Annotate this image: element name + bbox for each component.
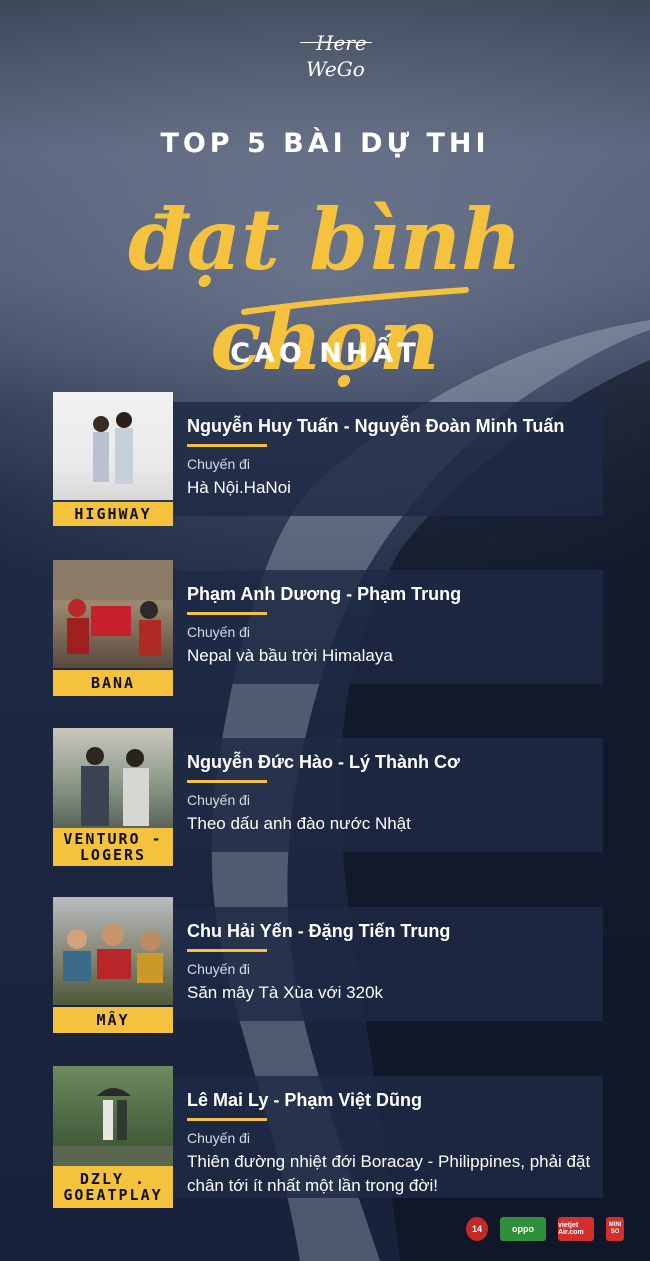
trip-label: Chuyến đi — [187, 961, 251, 977]
sponsor-kenh14-logo: 14 — [466, 1217, 488, 1241]
team-tag: MÂY — [53, 1007, 173, 1033]
entry-rule — [187, 444, 267, 447]
entry-card: HIGHWAY Nguyễn Huy Tuấn - Nguyễn Đoàn Mi… — [53, 392, 603, 526]
entry-names: Chu Hải Yến - Đặng Tiến Trung — [187, 921, 451, 941]
trip-label: Chuyến đi — [187, 456, 251, 472]
entry-names: Phạm Anh Dương - Phạm Trung — [187, 584, 462, 604]
entry-card: MÂY Chu Hải Yến - Đặng Tiến Trung Chuyến… — [53, 897, 603, 1033]
entry-names: Nguyễn Đức Hào - Lý Thành Cơ — [187, 752, 460, 772]
trip-title: Săn mây Tà Xùa với 320k — [187, 983, 384, 1002]
entry-card: BANA Phạm Anh Dương - Phạm Trung Chuyến … — [53, 560, 603, 696]
trip-title: Nepal và bầu trời Himalaya — [187, 646, 393, 665]
entry-card: DZLY . GOEATPLAY Lê Mai Ly - Phạm Việt D… — [53, 1066, 603, 1208]
trip-label: Chuyến đi — [187, 792, 251, 808]
herewego-logo: Here WeGo — [296, 30, 376, 90]
trip-title: Thiên đường nhiệt đới Boracay - Philippi… — [187, 1152, 591, 1195]
entry-names: Lê Mai Ly - Phạm Việt Dũng — [187, 1090, 423, 1110]
entry-photo — [53, 1066, 173, 1174]
logo-line2: WeGo — [306, 57, 365, 81]
heading-line1: TOP 5 BÀI DỰ THI — [160, 128, 490, 159]
sponsor-logos: 14 oppo vietjet Air.com MINI SO — [0, 1217, 650, 1243]
team-tag: BANA — [53, 670, 173, 696]
entry-photo — [53, 392, 173, 500]
entry-names: Nguyễn Huy Tuấn - Nguyễn Đoàn Minh Tuấn — [187, 416, 565, 436]
entry-rule — [187, 780, 267, 783]
entry-rule — [187, 949, 267, 952]
entry-photo — [53, 897, 173, 1005]
sponsor-miniso-logo: MINI SO — [606, 1217, 624, 1241]
entry-rule — [187, 1118, 267, 1121]
entry-photo — [53, 560, 173, 668]
logo-arrow — [300, 42, 372, 43]
sponsor-vietjet-logo: vietjet Air.com — [558, 1217, 594, 1241]
underline-swoosh — [241, 287, 469, 315]
heading-line3: CAO NHẤT — [230, 338, 420, 369]
trip-label: Chuyến đi — [187, 1130, 251, 1146]
entry-photo — [53, 728, 173, 836]
sponsor-oppo-logo: oppo — [500, 1217, 546, 1241]
trip-title: Theo dấu anh đào nước Nhật — [187, 814, 411, 833]
trip-title: Hà Nội.HaNoi — [187, 478, 291, 497]
team-tag: HIGHWAY — [53, 502, 173, 526]
entry-card: VENTURO - LOGERS Nguyễn Đức Hào - Lý Thà… — [53, 728, 603, 866]
team-tag: DZLY . GOEATPLAY — [53, 1166, 173, 1208]
entry-rule — [187, 612, 267, 615]
logo-line1: Here — [316, 31, 367, 55]
trip-label: Chuyến đi — [187, 624, 251, 640]
team-tag: VENTURO - LOGERS — [53, 828, 173, 866]
